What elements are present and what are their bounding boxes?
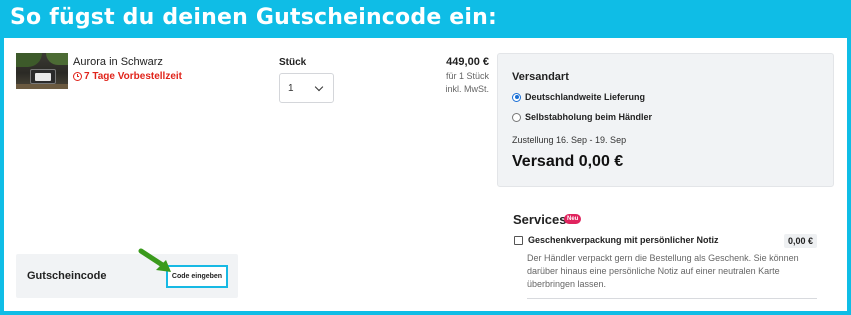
preorder-label: 7 Tage Vorbestellzeit bbox=[84, 71, 182, 82]
radio-unselected[interactable] bbox=[512, 112, 521, 122]
voucher-section: Gutscheincode Code eingeben bbox=[16, 254, 238, 298]
banner-title: So fügst du deinen Gutscheincode ein: bbox=[10, 5, 498, 30]
gift-wrap-label: Geschenkverpackung mit persönlicher Noti… bbox=[528, 235, 719, 245]
radio-selected[interactable] bbox=[512, 92, 521, 102]
frame-left-border bbox=[0, 0, 4, 315]
frame-bottom-border bbox=[0, 311, 851, 315]
price-unit: für 1 Stück bbox=[445, 71, 489, 81]
shipping-panel: Versandart Deutschlandweite Lieferung Se… bbox=[497, 53, 834, 187]
shipping-option-label: Deutschlandweite Lieferung bbox=[525, 92, 646, 102]
frame-right-border bbox=[847, 0, 851, 315]
gift-wrap-option[interactable]: Geschenkverpackung mit persönlicher Noti… bbox=[514, 235, 719, 245]
gift-wrap-description: Der Händler verpackt gern die Bestellung… bbox=[527, 253, 799, 289]
preorder-notice: 7 Tage Vorbestellzeit bbox=[73, 71, 182, 82]
arrow-icon bbox=[138, 248, 171, 272]
quantity-select[interactable]: 1 bbox=[279, 73, 334, 103]
quantity-label: Stück bbox=[279, 57, 307, 68]
clock-icon bbox=[73, 72, 82, 81]
divider bbox=[527, 298, 817, 299]
services-title: Services bbox=[513, 212, 567, 227]
product-name[interactable]: Aurora in Schwarz bbox=[73, 56, 163, 68]
voucher-label: Gutscheincode bbox=[27, 270, 107, 282]
product-image[interactable] bbox=[16, 53, 68, 89]
shipping-option-label: Selbstabholung beim Händler bbox=[525, 112, 653, 122]
chevron-down-icon bbox=[314, 82, 324, 92]
shipping-title: Versandart bbox=[512, 71, 569, 83]
gift-wrap-checkbox[interactable] bbox=[514, 235, 523, 245]
shipping-option-pickup[interactable]: Selbstabholung beim Händler bbox=[512, 112, 652, 122]
instruction-banner: So fügst du deinen Gutscheincode ein: bbox=[0, 0, 851, 38]
shipping-cost: Versand 0,00 € bbox=[512, 153, 624, 170]
price-tax-note: inkl. MwSt. bbox=[445, 84, 489, 94]
quantity-value: 1 bbox=[288, 83, 294, 94]
product-price: 449,00 € bbox=[446, 56, 489, 68]
shipping-option-delivery[interactable]: Deutschlandweite Lieferung bbox=[512, 92, 645, 102]
new-badge: Neu bbox=[564, 214, 582, 224]
gift-wrap-price: 0,00 € bbox=[784, 234, 818, 248]
delivery-date: Zustellung 16. Sep - 19. Sep bbox=[512, 135, 627, 145]
